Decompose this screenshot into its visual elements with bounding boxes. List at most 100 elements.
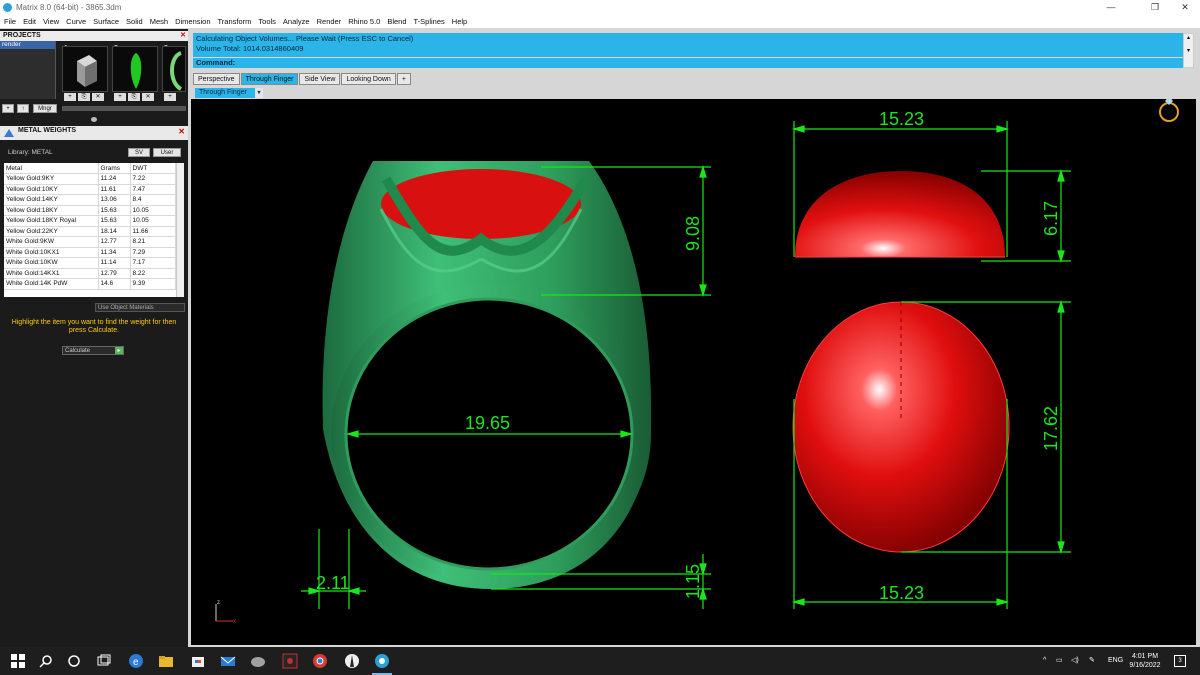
thumb-add-button[interactable]: + <box>64 93 76 101</box>
thumb-delete-button[interactable]: ✕ <box>142 93 154 101</box>
viewport-3d[interactable]: 15.23 6.17 9.08 19.65 17.62 15.23 2.11 1… <box>191 99 1196 645</box>
menu-mesh[interactable]: Mesh <box>150 17 168 26</box>
grams-cell: 15.63 <box>98 205 131 216</box>
table-row[interactable]: White Gold:14K PdW 14.6 9.39 <box>4 278 176 290</box>
grams-cell: 12.79 <box>98 268 131 279</box>
keyshot-icon[interactable] <box>344 653 360 669</box>
file-explorer-icon[interactable] <box>158 653 174 669</box>
project-add-button[interactable]: + <box>2 104 14 113</box>
menu-surface[interactable]: Surface <box>93 17 119 26</box>
app-dark-icon[interactable] <box>282 653 298 669</box>
language-indicator[interactable]: ENG <box>1108 647 1123 675</box>
menu-view[interactable]: View <box>43 17 59 26</box>
project-thumbnail-3[interactable] <box>162 46 186 92</box>
ring-model[interactable] <box>322 161 652 589</box>
cortana-icon[interactable] <box>66 653 82 669</box>
table-row[interactable]: Yellow Gold:14KY 13.06 8.4 <box>4 194 176 206</box>
table-row[interactable]: Yellow Gold:9KY 11.24 7.22 <box>4 173 176 185</box>
table-row[interactable]: White Gold:9KW 12.77 8.21 <box>4 236 176 248</box>
thumb-copy-button[interactable]: ⎘ <box>78 93 90 101</box>
project-up-button[interactable]: ↑ <box>17 104 29 113</box>
stone-top-view[interactable] <box>792 301 1010 553</box>
tab-through-finger[interactable]: Through Finger <box>240 73 299 85</box>
menu-solid[interactable]: Solid <box>126 17 143 26</box>
sv-button[interactable]: SV <box>128 148 150 157</box>
column-header[interactable]: Metal <box>4 163 99 174</box>
search-icon[interactable] <box>38 653 54 669</box>
edge-browser-icon[interactable]: e <box>128 653 144 669</box>
thumb-delete-button[interactable]: ✕ <box>92 93 104 101</box>
menu-blend[interactable]: Blend <box>387 17 406 26</box>
tab-looking-down[interactable]: Looking Down <box>341 73 396 85</box>
calculate-button[interactable]: Calculate ▸ <box>62 346 124 355</box>
app-window: Matrix 8.0 (64-bit) - 3865.3dm — ❐ ✕ Fil… <box>0 0 1200 675</box>
column-header[interactable]: Grams <box>98 163 131 174</box>
menu-tsplines[interactable]: T-Splines <box>414 17 445 26</box>
menu-tools[interactable]: Tools <box>258 17 276 26</box>
table-row[interactable]: Yellow Gold:10KY 11.61 7.47 <box>4 184 176 195</box>
clock-time: 4:01 PM <box>1131 653 1159 660</box>
close-button[interactable]: ✕ <box>1170 0 1200 14</box>
menu-edit[interactable]: Edit <box>23 17 36 26</box>
command-scrollbar[interactable]: ▴ ▾ <box>1183 33 1194 68</box>
panel-splitter-handle[interactable] <box>91 117 97 122</box>
rhino-icon[interactable] <box>250 653 266 669</box>
thumb-add-button[interactable]: + <box>164 93 176 101</box>
table-row[interactable]: White Gold:10KX1 11.34 7.29 <box>4 247 176 258</box>
projects-close-icon[interactable]: ✕ <box>180 31 186 41</box>
table-row[interactable]: White Gold:10KW 11.14 7.17 <box>4 257 176 269</box>
clock[interactable]: 4:01 PM 9/16/2022 <box>1128 652 1162 670</box>
title-bar: Matrix 8.0 (64-bit) - 3865.3dm — ❐ ✕ <box>0 0 1200 14</box>
minimize-button[interactable]: — <box>1096 0 1126 14</box>
thumb-copy-button[interactable]: ⎘ <box>128 93 140 101</box>
menu-dimension[interactable]: Dimension <box>175 17 210 26</box>
menu-transform[interactable]: Transform <box>218 17 252 26</box>
chrome-icon[interactable] <box>312 653 328 669</box>
tab-perspective[interactable]: Perspective <box>193 73 240 85</box>
metal-weights-close-icon[interactable]: ✕ <box>178 127 185 136</box>
notifications-icon[interactable]: 3 <box>1174 655 1186 667</box>
command-input[interactable]: Command: <box>193 58 1183 68</box>
table-row[interactable]: Yellow Gold:18KY Royal 15.63 10.05 <box>4 215 176 227</box>
mail-icon[interactable] <box>220 653 236 669</box>
menu-curve[interactable]: Curve <box>66 17 86 26</box>
table-row[interactable]: Yellow Gold:22KY 18.14 11.66 <box>4 226 176 237</box>
volume-icon[interactable]: ◁) <box>1071 647 1079 675</box>
metal-cell: White Gold:14K PdW <box>4 278 99 290</box>
menu-help[interactable]: Help <box>452 17 467 26</box>
thumb-add-button[interactable]: + <box>114 93 126 101</box>
matrix-app-icon[interactable] <box>374 653 390 669</box>
metal-cell: White Gold:14KX1 <box>4 268 99 279</box>
project-manager-button[interactable]: Mngr <box>33 104 57 113</box>
restore-button[interactable]: ❐ <box>1140 0 1170 14</box>
project-thumbnail-2[interactable] <box>112 46 158 92</box>
project-item[interactable]: render <box>0 41 55 49</box>
stone-side-view[interactable] <box>795 171 1005 258</box>
menu-file[interactable]: File <box>4 17 16 26</box>
store-icon[interactable] <box>190 653 206 669</box>
menu-rhino[interactable]: Rhino 5.0 <box>348 17 380 26</box>
table-row[interactable]: White Gold:14KX1 12.79 8.22 <box>4 268 176 279</box>
menu-analyze[interactable]: Analyze <box>283 17 310 26</box>
dwt-cell: 8.22 <box>130 268 176 279</box>
project-thumbnail-1[interactable] <box>62 46 108 92</box>
viewport-label[interactable]: Through Finger ▾ <box>195 88 263 98</box>
user-library-button[interactable]: User <box>153 148 181 157</box>
thumbnail-scrollbar[interactable] <box>62 106 186 111</box>
tab-side-view[interactable]: Side View <box>299 73 341 85</box>
use-object-materials-checkbox[interactable]: Use Object Materials <box>95 303 185 312</box>
viewport-tabs: Perspective Through Finger Side View Loo… <box>193 73 412 85</box>
tray-overflow-icon[interactable]: ^ <box>1043 647 1046 675</box>
windows-start-icon[interactable] <box>10 653 26 669</box>
command-history: Calculating Object Volumes... Please Wai… <box>193 33 1183 57</box>
task-view-icon[interactable] <box>96 653 112 669</box>
ring-view-icon[interactable] <box>1159 99 1179 122</box>
table-scrollbar[interactable] <box>176 163 184 297</box>
pen-icon[interactable]: ✎ <box>1089 647 1095 675</box>
column-header[interactable]: DWT <box>130 163 176 174</box>
menu-render[interactable]: Render <box>317 17 342 26</box>
network-icon[interactable]: ▭ <box>1056 647 1063 675</box>
add-tab-button[interactable]: + <box>396 73 411 85</box>
dwt-cell: 8.4 <box>130 194 176 206</box>
table-row[interactable]: Yellow Gold:18KY 15.63 10.05 <box>4 205 176 216</box>
